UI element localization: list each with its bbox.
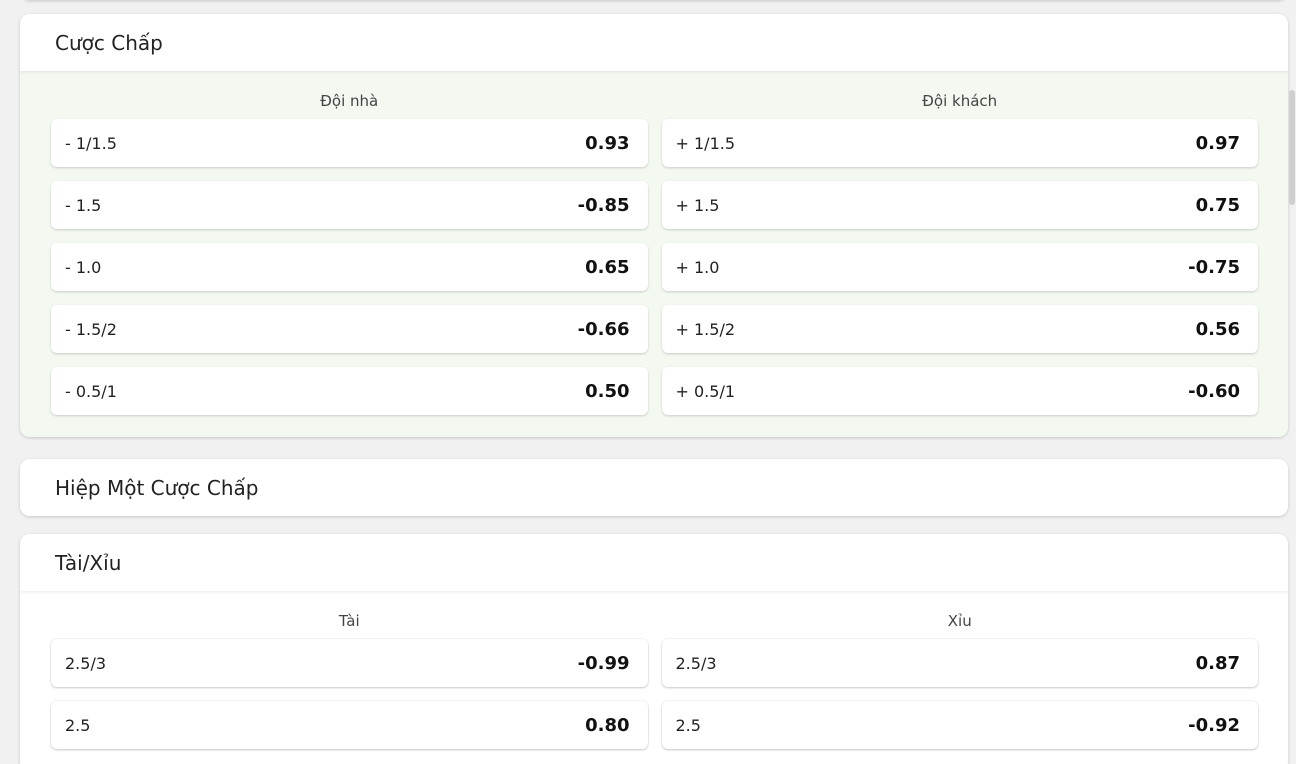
- first-half-handicap-header[interactable]: Hiệp Một Cược Chấp: [20, 459, 1288, 516]
- handicap-line: - 0.5/1: [65, 381, 117, 401]
- odds-price: -0.92: [1188, 714, 1240, 736]
- handicap-header[interactable]: Cược Chấp: [20, 14, 1288, 71]
- home-column: Đội nhà - 1/1.5 0.93 - 1.5 -0.85 - 1.0 0…: [51, 91, 648, 429]
- total-line: 2.5/3: [65, 653, 107, 673]
- total-line: 2.5/3: [675, 653, 717, 673]
- handicap-line: + 0.5/1: [675, 381, 736, 401]
- odds-row-away-3[interactable]: + 1.0 -0.75: [661, 243, 1258, 291]
- total-line: 2.5: [65, 715, 91, 735]
- odds-row-away-4[interactable]: + 1.5/2 0.56: [661, 305, 1258, 353]
- over-under-section: Tài/Xỉu Tài 2.5/3 -0.99 2.5 0.80 Xỉu 2.5…: [20, 534, 1288, 764]
- odds-row-under-2[interactable]: 2.5 -0.92: [661, 701, 1258, 749]
- odds-price: 0.56: [1195, 318, 1240, 340]
- odds-price: -0.66: [577, 318, 630, 340]
- odds-page: Cược Chấp Đội nhà - 1/1.5 0.93 - 1.5 -0.…: [0, 0, 1296, 764]
- odds-row-away-1[interactable]: + 1/1.5 0.97: [661, 119, 1258, 167]
- away-column-title: Đội khách: [922, 92, 998, 110]
- odds-price: 0.87: [1195, 652, 1240, 674]
- over-column-title: Tài: [338, 612, 360, 630]
- odds-row-home-1[interactable]: - 1/1.5 0.93: [51, 119, 648, 167]
- odds-row-home-3[interactable]: - 1.0 0.65: [51, 243, 648, 291]
- handicap-line: + 1.5/2: [675, 319, 736, 339]
- odds-price: 0.50: [585, 380, 630, 402]
- odds-row-home-2[interactable]: - 1.5 -0.85: [51, 181, 648, 229]
- odds-price: -0.85: [577, 194, 630, 216]
- total-line: 2.5: [675, 715, 701, 735]
- first-half-handicap-section: Hiệp Một Cược Chấp: [20, 459, 1288, 516]
- odds-row-away-2[interactable]: + 1.5 0.75: [661, 181, 1258, 229]
- odds-row-over-1[interactable]: 2.5/3 -0.99: [51, 639, 648, 687]
- odds-price: -0.60: [1188, 380, 1240, 402]
- away-column: Đội khách + 1/1.5 0.97 + 1.5 0.75 + 1.0 …: [661, 91, 1258, 429]
- odds-price: -0.99: [577, 652, 630, 674]
- under-column-title: Xỉu: [947, 612, 972, 630]
- handicap-line: + 1.5: [675, 195, 720, 215]
- odds-price: -0.75: [1188, 256, 1240, 278]
- odds-price: 0.65: [585, 256, 630, 278]
- handicap-line: - 1.5/2: [65, 319, 117, 339]
- odds-price: 0.75: [1195, 194, 1240, 216]
- under-column: Xỉu 2.5/3 0.87 2.5 -0.92: [661, 611, 1258, 763]
- odds-price: 0.93: [585, 132, 630, 154]
- odds-row-home-4[interactable]: - 1.5/2 -0.66: [51, 305, 648, 353]
- home-column-title: Đội nhà: [320, 92, 379, 110]
- odds-row-away-5[interactable]: + 0.5/1 -0.60: [661, 367, 1258, 415]
- over-under-body: Tài 2.5/3 -0.99 2.5 0.80 Xỉu 2.5/3 0.87 …: [20, 591, 1288, 764]
- odds-price: 0.97: [1195, 132, 1240, 154]
- handicap-body: Đội nhà - 1/1.5 0.93 - 1.5 -0.85 - 1.0 0…: [20, 71, 1288, 437]
- odds-price: 0.80: [585, 714, 630, 736]
- handicap-section: Cược Chấp Đội nhà - 1/1.5 0.93 - 1.5 -0.…: [20, 14, 1288, 437]
- odds-row-under-1[interactable]: 2.5/3 0.87: [661, 639, 1258, 687]
- handicap-line: - 1.0: [65, 257, 102, 277]
- odds-row-home-5[interactable]: - 0.5/1 0.50: [51, 367, 648, 415]
- handicap-line: + 1.0: [675, 257, 720, 277]
- handicap-line: + 1/1.5: [675, 133, 736, 153]
- odds-row-over-2[interactable]: 2.5 0.80: [51, 701, 648, 749]
- over-column: Tài 2.5/3 -0.99 2.5 0.80: [51, 611, 648, 763]
- scrollbar-thumb[interactable]: [1289, 90, 1295, 205]
- handicap-line: - 1/1.5: [65, 133, 117, 153]
- handicap-line: - 1.5: [65, 195, 102, 215]
- over-under-header[interactable]: Tài/Xỉu: [20, 534, 1288, 591]
- page-scrollbar[interactable]: [1288, 0, 1296, 764]
